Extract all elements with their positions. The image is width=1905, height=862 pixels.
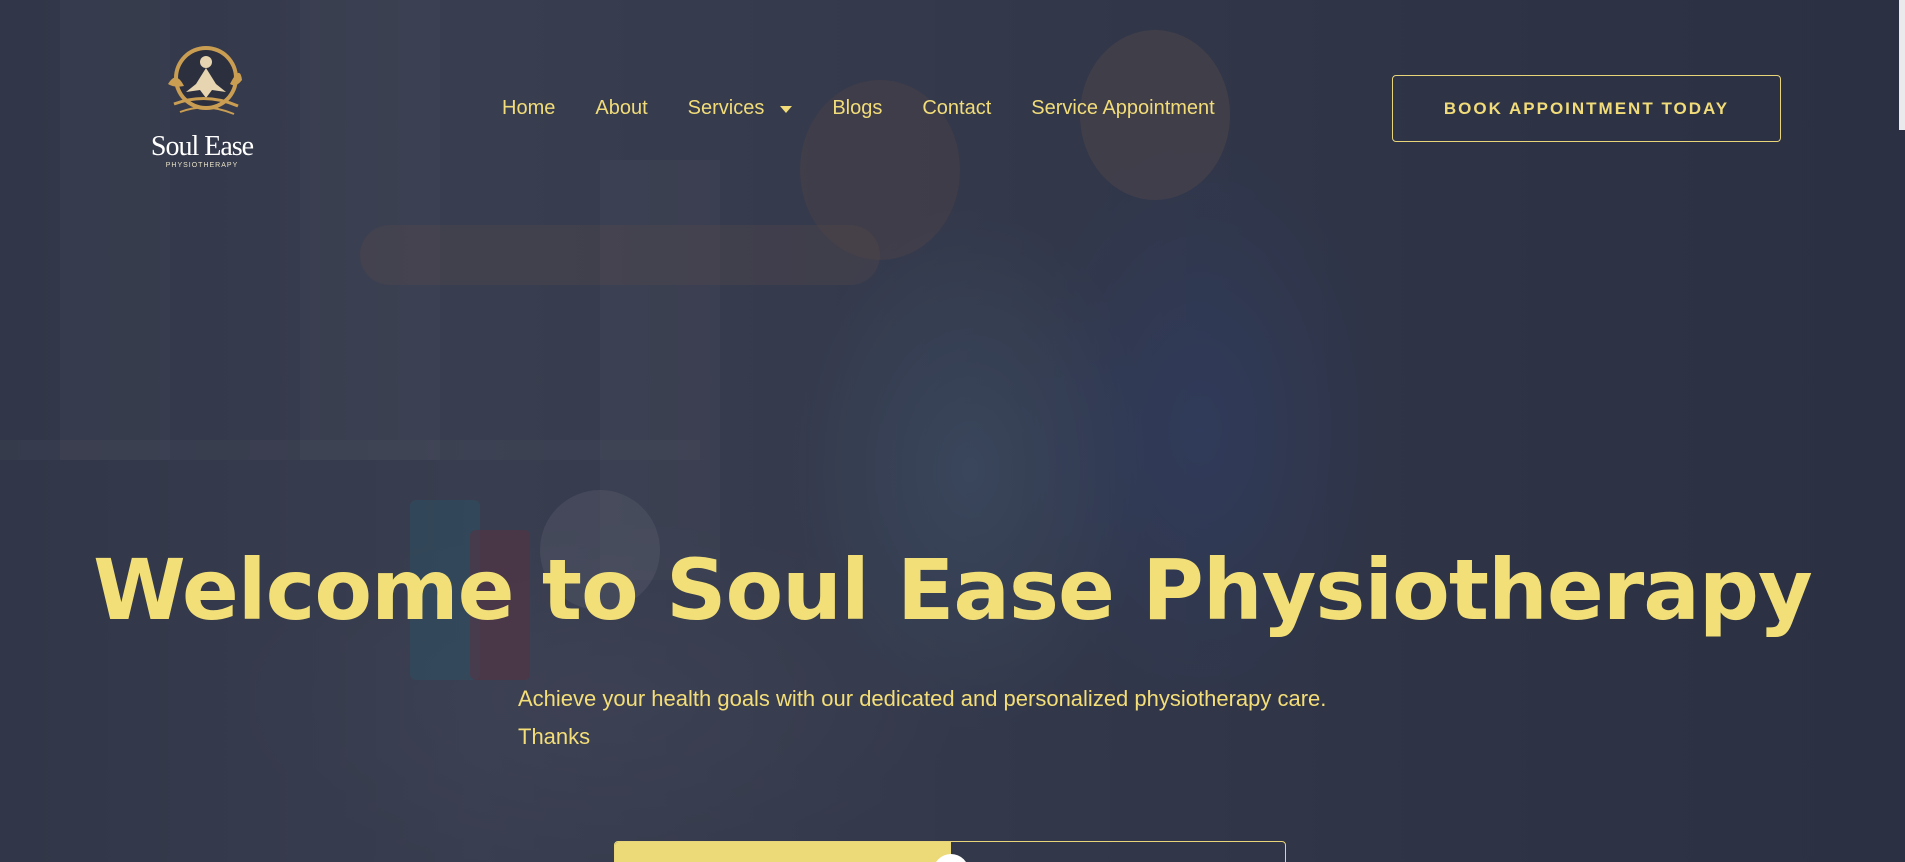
site-logo[interactable]: Soul Ease PHYSIOTHERAPY — [140, 40, 264, 175]
hero-primary-button[interactable] — [615, 842, 951, 862]
nav-item-label: Home — [502, 96, 556, 119]
nav-item-label: Service Appointment — [1031, 96, 1215, 119]
nav-item-label: Services — [687, 96, 765, 119]
hero-subtitle-line-2: Thanks — [518, 724, 591, 749]
nav-item-label: Blogs — [832, 96, 883, 119]
page-scrollbar[interactable] — [1899, 0, 1905, 130]
caret-down-icon[interactable] — [780, 105, 793, 113]
nav-item-contact[interactable]: Contact — [922, 97, 991, 120]
hero-title: Welcome to Soul Ease Physiotherapy — [93, 541, 1813, 639]
nav-item-label: About — [595, 96, 648, 119]
hero-subtitle-line-1: Achieve your health goals with our dedic… — [518, 686, 1327, 711]
site-header: Soul Ease PHYSIOTHERAPY Home About Servi… — [0, 0, 1905, 215]
logo-tagline: PHYSIOTHERAPY — [165, 162, 239, 169]
hero-button-group[interactable] — [614, 841, 1286, 862]
book-appointment-button[interactable]: BOOK APPOINTMENT TODAY — [1392, 75, 1781, 142]
nav-item-about[interactable]: About — [595, 97, 647, 120]
nav-item-home[interactable]: Home — [502, 97, 555, 120]
meditation-lotus-icon — [168, 46, 242, 115]
nav-item-label: Contact — [922, 96, 992, 119]
logo-brand-name: Soul Ease — [150, 131, 254, 162]
nav-item-service-appointment[interactable]: Service Appointment — [1031, 97, 1214, 120]
nav-item-services[interactable]: Services — [688, 97, 793, 120]
nav-item-blogs[interactable]: Blogs — [832, 97, 882, 120]
main-navigation: Home About Services Blogs Contact Servic… — [502, 93, 1255, 123]
hero-subtitle: Achieve your health goals with our dedic… — [518, 680, 1418, 756]
